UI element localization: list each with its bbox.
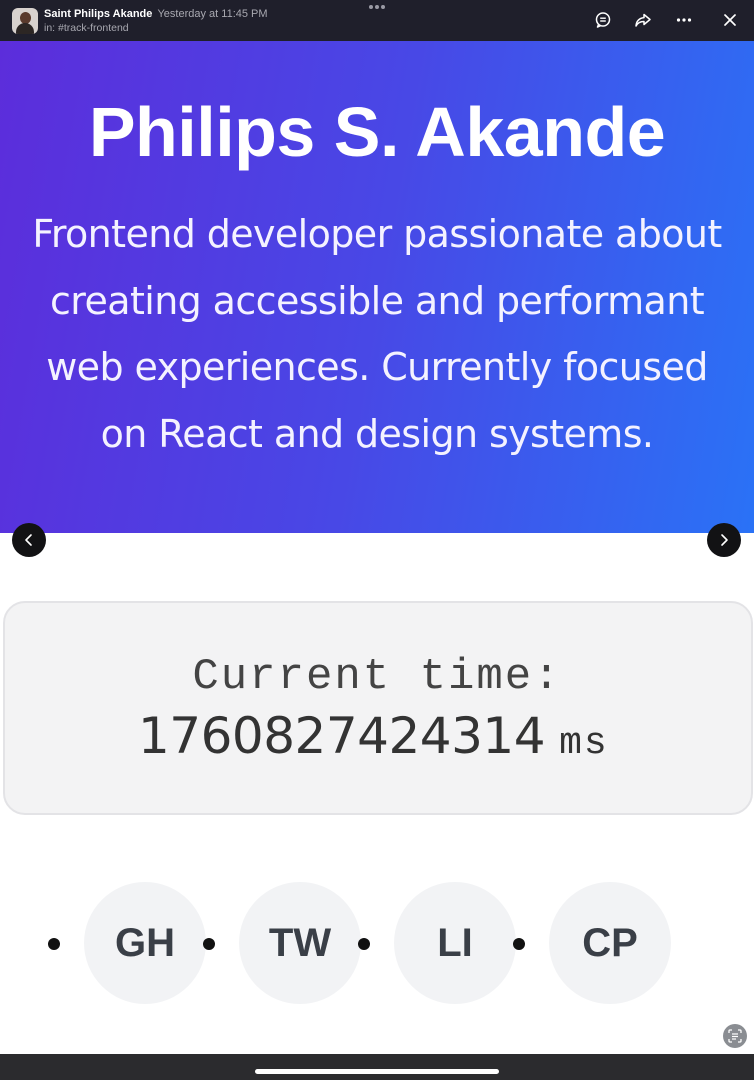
social-link-twitter[interactable]: TW bbox=[239, 882, 361, 1004]
bottom-bar bbox=[0, 1054, 754, 1080]
time-unit: ms bbox=[559, 722, 609, 765]
chevron-right-icon bbox=[721, 534, 728, 546]
social-link-github[interactable]: GH bbox=[84, 882, 206, 1004]
close-icon[interactable] bbox=[718, 8, 742, 32]
chevron-left-icon bbox=[25, 534, 32, 546]
bio-line: Frontend developer passionate about bbox=[32, 212, 722, 256]
more-icon[interactable] bbox=[672, 8, 696, 32]
avatar[interactable] bbox=[12, 8, 38, 34]
channel-label[interactable]: in: #track-frontend bbox=[44, 21, 268, 35]
list-bullet bbox=[358, 938, 370, 950]
time-number: 1760827424314 bbox=[138, 707, 546, 765]
current-time-label: Current time: bbox=[192, 652, 562, 702]
live-text-button[interactable] bbox=[723, 1024, 747, 1048]
sender-name[interactable]: Saint Philips Akande bbox=[44, 8, 152, 20]
viewer-header: Saint Philips Akande Yesterday at 11:45 … bbox=[0, 0, 754, 41]
profile-hero: Philips S. Akande Frontend developer pas… bbox=[0, 41, 754, 533]
image-viewer: Saint Philips Akande Yesterday at 11:45 … bbox=[0, 0, 754, 1080]
list-bullet bbox=[48, 938, 60, 950]
previous-image-button[interactable] bbox=[12, 523, 46, 557]
home-indicator[interactable] bbox=[255, 1069, 499, 1074]
comment-icon[interactable] bbox=[591, 8, 615, 32]
message-meta: Saint Philips Akande Yesterday at 11:45 … bbox=[44, 7, 268, 35]
current-time-value: 1760827424314 ms bbox=[138, 706, 609, 766]
list-bullet bbox=[203, 938, 215, 950]
profile-bio: Frontend developer passionate about crea… bbox=[0, 201, 754, 467]
social-link-linkedin[interactable]: LI bbox=[394, 882, 516, 1004]
message-timestamp: Yesterday at 11:45 PM bbox=[157, 8, 268, 20]
bio-line: web experiences. Currently focused bbox=[46, 345, 708, 389]
bio-line: creating accessible and performant bbox=[50, 278, 705, 323]
drag-handle-icon[interactable] bbox=[369, 5, 385, 11]
list-bullet bbox=[513, 938, 525, 950]
next-image-button[interactable] bbox=[707, 523, 741, 557]
share-icon[interactable] bbox=[631, 8, 655, 32]
social-link-codepen[interactable]: CP bbox=[549, 882, 671, 1004]
profile-name: Philips S. Akande bbox=[88, 93, 666, 171]
bio-line: on React and design systems. bbox=[100, 411, 654, 456]
text-scan-icon bbox=[728, 1029, 742, 1043]
